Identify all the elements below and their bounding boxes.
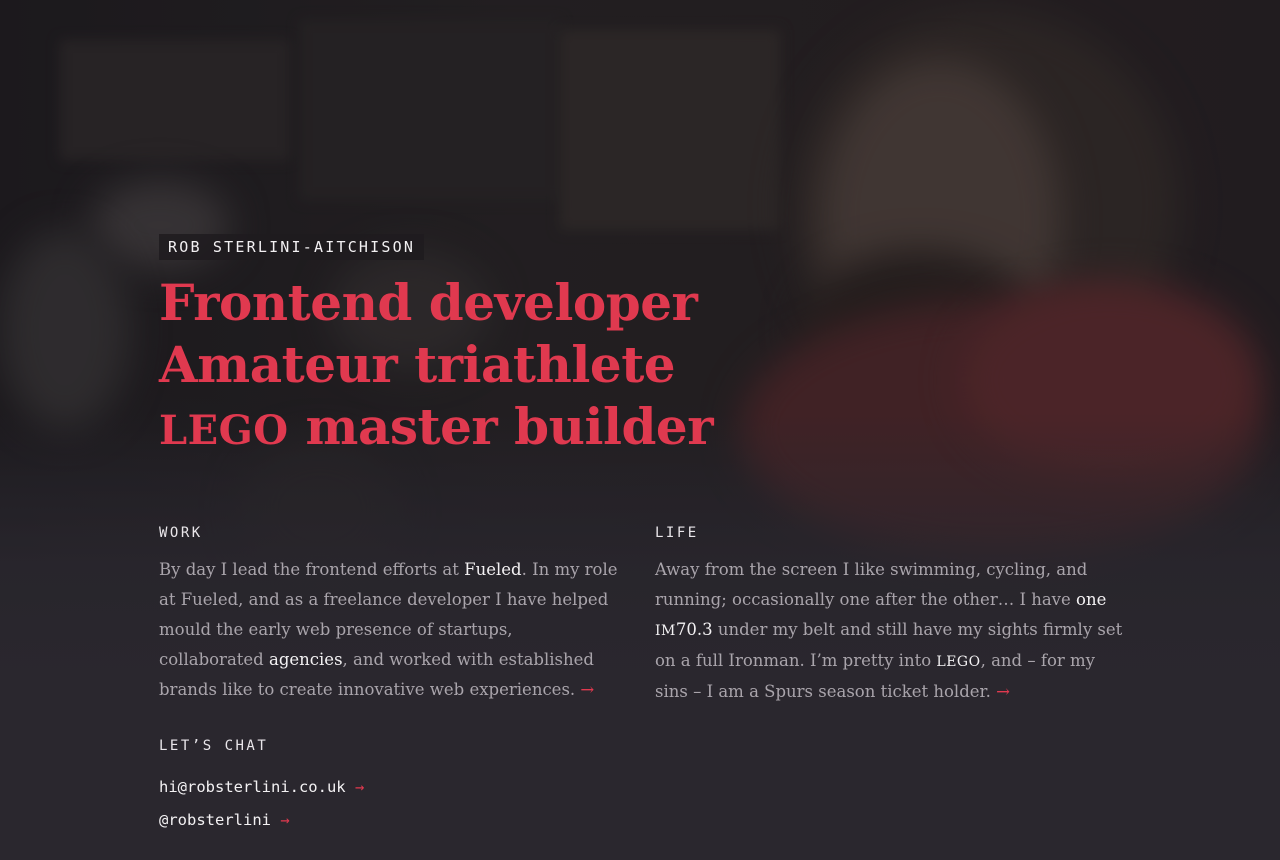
lego-link[interactable]: LEGO (936, 654, 980, 670)
headline-line-2: Amateur triathlete (159, 335, 676, 394)
fueled-link[interactable]: Fueled (464, 560, 521, 579)
email-arrow-icon[interactable]: → (355, 778, 364, 796)
work-more-arrow-icon[interactable]: → (580, 680, 594, 699)
email-address[interactable]: hi@robsterlini.co.uk (159, 778, 346, 796)
chat-heading: LET’S CHAT (159, 738, 269, 754)
headline-master-builder: master builder (305, 397, 714, 456)
life-heading: LIFE (655, 525, 699, 541)
work-paragraph: By day I lead the frontend efforts at Fu… (159, 560, 618, 699)
headline-line-3: LEGO master builder (159, 396, 714, 462)
site-name[interactable]: ROB STERLINI-AITCHISON (159, 234, 425, 260)
agencies-link[interactable]: agencies (269, 650, 343, 669)
life-paragraph: Away from the screen I like swimming, cy… (655, 560, 1123, 701)
headline-line-1: Frontend developer (159, 273, 698, 332)
headline: Frontend developer Amateur triathlete LE… (159, 272, 714, 462)
headline-lego: LEGO (159, 407, 289, 454)
im-70-3-link[interactable]: 70.3 (676, 620, 713, 639)
twitter-link[interactable]: @robsterlini → (159, 810, 290, 830)
twitter-handle[interactable]: @robsterlini (159, 811, 271, 829)
life-more-arrow-icon[interactable]: → (996, 682, 1010, 701)
email-link[interactable]: hi@robsterlini.co.uk → (159, 777, 364, 797)
work-heading: WORK (159, 525, 203, 541)
one-link[interactable]: one (1076, 590, 1106, 609)
page: ROB STERLINI-AITCHISON Frontend develope… (0, 0, 1280, 860)
im-link-prefix[interactable]: IM (655, 623, 676, 639)
twitter-arrow-icon[interactable]: → (280, 811, 289, 829)
